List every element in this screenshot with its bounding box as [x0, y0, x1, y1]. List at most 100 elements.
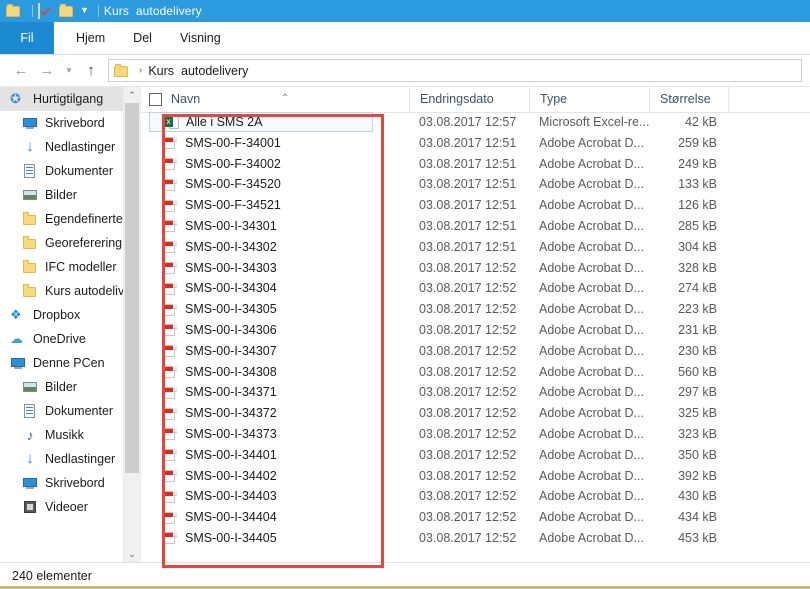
file-name-label: SMS-00-I-34372	[185, 406, 277, 421]
sidebar-item-nedlastinger[interactable]: ↓ Nedlastinger	[0, 447, 140, 471]
table-row[interactable]: SMS-00-F-34001 03.08.2017 12:51 Adobe Acro…	[141, 133, 810, 154]
table-row[interactable]: SMS-00-I-34373 03.08.2017 12:52 Adobe Acro…	[141, 424, 810, 445]
table-row[interactable]: SMS-00-I-34372 03.08.2017 12:52 Adobe Acro…	[141, 403, 810, 424]
sidebar-item-musikk[interactable]: ♪ Musikk	[0, 423, 140, 447]
table-row[interactable]: SMS-00-F-34002 03.08.2017 12:51 Adobe Acro…	[141, 154, 810, 175]
table-row[interactable]: SMS-00-F-34520 03.08.2017 12:51 Adobe Acro…	[141, 174, 810, 195]
forward-icon[interactable]: →	[34, 59, 60, 83]
file-name-label: SMS-00-I-34302	[185, 239, 277, 254]
table-row[interactable]: SMS-00-I-34302 03.08.2017 12:51 Adobe Acro…	[141, 237, 810, 258]
this-pc-icon	[10, 355, 26, 371]
column-header-storrelse[interactable]: Størrelse	[649, 87, 729, 112]
toolbar-divider-2	[97, 5, 99, 17]
cell-size: 249 kB	[678, 156, 717, 171]
table-row[interactable]: SMS-00-I-34303 03.08.2017 12:52 Adobe Acro…	[141, 258, 810, 279]
sidebar-item-georeferering[interactable]: Georeferering	[0, 231, 140, 255]
pdf-fold-corner	[172, 532, 177, 538]
sidebar-item-label: Denne PCen	[33, 356, 105, 370]
table-row[interactable]: SMS-00-I-34403 03.08.2017 12:52 Adobe Acro…	[141, 486, 810, 507]
folder-icon	[22, 283, 38, 299]
tab-del[interactable]: Del	[119, 22, 166, 54]
table-row[interactable]: SMS-00-I-34401 03.08.2017 12:52 Adobe Acro…	[141, 445, 810, 466]
scroll-down-icon[interactable]: ⌄	[124, 546, 140, 562]
sidebar-item-egendefinerte-o[interactable]: Egendefinerte O·	[0, 207, 140, 231]
navigation-scrollbar[interactable]: ⌃ ⌄	[123, 87, 140, 562]
tab-hjem[interactable]: Hjem	[62, 22, 119, 54]
sidebar-item-label: Georeferering	[45, 236, 123, 250]
cell-modified-date: 03.08.2017 12:52	[419, 447, 517, 462]
table-row[interactable]: SMS-00-I-34405 03.08.2017 12:52 Adobe Acro…	[141, 528, 810, 549]
back-icon[interactable]: ←	[8, 59, 34, 83]
sidebar-item-ifc-modeller[interactable]: IFC modeller	[0, 255, 140, 279]
pictures-icon	[22, 187, 38, 203]
up-one-level-icon[interactable]: ↑	[78, 59, 104, 83]
pdf-fold-corner	[172, 345, 177, 351]
cell-size: 304 kB	[678, 239, 717, 254]
file-name-label: SMS-00-I-34303	[185, 260, 277, 275]
scroll-up-icon[interactable]: ⌃	[124, 87, 140, 103]
sidebar-item-bilder[interactable]: Bilder	[0, 375, 140, 399]
column-header-endringsdato[interactable]: Endringsdato	[409, 87, 529, 112]
cell-modified-date: 03.08.2017 12:52	[419, 364, 517, 379]
onedrive-cloud-icon: ☁	[10, 331, 23, 346]
pdf-fold-corner	[172, 137, 177, 143]
sidebar-item-hurtigtilgang[interactable]: ✪ Hurtigtilgang	[0, 87, 140, 111]
select-all-checkbox[interactable]	[149, 93, 162, 106]
file-name-wrapper: SMS-00-I-34307	[149, 341, 373, 361]
table-row[interactable]: Alle i SMS 2A 03.08.2017 12:57 Microsoft E…	[141, 112, 810, 133]
cell-size: 231 kB	[678, 322, 717, 337]
column-header-type[interactable]: Type	[529, 87, 649, 112]
sidebar-item-videoer[interactable]: Videoer	[0, 495, 140, 519]
sidebar-item-bilder[interactable]: Bilder➚	[0, 183, 140, 207]
file-name-wrapper: SMS-00-F-34521	[149, 196, 373, 216]
cell-type: Adobe Acrobat D...	[539, 302, 644, 317]
table-row[interactable]: SMS-00-I-34307 03.08.2017 12:52 Adobe Acro…	[141, 341, 810, 362]
sidebar-item-skrivebord[interactable]: Skrivebord	[0, 471, 140, 495]
file-name-wrapper: SMS-00-I-34301	[149, 216, 373, 236]
file-name-wrapper: SMS-00-F-34002	[149, 154, 373, 174]
table-row[interactable]: SMS-00-I-34404 03.08.2017 12:52 Adobe Acro…	[141, 507, 810, 528]
table-row[interactable]: SMS-00-I-34301 03.08.2017 12:51 Adobe Acro…	[141, 216, 810, 237]
column-header-navn[interactable]: Navn ⌃	[141, 87, 409, 112]
cell-name: SMS-00-I-34303	[141, 258, 409, 278]
cell-type: Adobe Acrobat D...	[539, 177, 644, 192]
table-row[interactable]: SMS-00-I-34306 03.08.2017 12:52 Adobe Acro…	[141, 320, 810, 341]
sidebar-item-denne-pcen[interactable]: Denne PCen	[0, 351, 140, 375]
new-folder-icon[interactable]	[59, 3, 75, 19]
sidebar-item-label: Nedlastinger	[45, 452, 116, 466]
table-row[interactable]: SMS-00-I-34305 03.08.2017 12:52 Adobe Acro…	[141, 299, 810, 320]
scrollbar-thumb[interactable]	[125, 103, 139, 473]
table-row[interactable]: SMS-00-I-34308 03.08.2017 12:52 Adobe Acro…	[141, 362, 810, 383]
cell-name: SMS-00-F-34521	[141, 196, 409, 216]
cell-size: 392 kB	[678, 468, 717, 483]
table-row[interactable]: SMS-00-I-34371 03.08.2017 12:52 Adobe Acro…	[141, 382, 810, 403]
sidebar-item-dropbox[interactable]: ❖ Dropbox	[0, 303, 140, 327]
customize-quick-access-chevron-icon[interactable]: ▼	[80, 5, 89, 15]
tab-fil[interactable]: Fil	[0, 22, 54, 54]
sidebar-item-onedrive[interactable]: ☁ OneDrive	[0, 327, 140, 351]
sidebar-item-dokumenter[interactable]: Dokumenter➚	[0, 159, 140, 183]
properties-icon[interactable]	[38, 3, 54, 19]
sidebar-item-dokumenter[interactable]: Dokumenter	[0, 399, 140, 423]
tab-visning[interactable]: Visning	[166, 22, 235, 54]
table-row[interactable]: SMS-00-I-34304 03.08.2017 12:52 Adobe Acro…	[141, 278, 810, 299]
sidebar-item-kurs-autodeliver[interactable]: Kurs autodeliver	[0, 279, 140, 303]
cell-name: SMS-00-F-34002	[141, 154, 409, 174]
table-row[interactable]: SMS-00-I-34402 03.08.2017 12:52 Adobe Acro…	[141, 466, 810, 487]
pdf-fold-corner	[172, 261, 177, 267]
file-name-label: SMS-00-I-34403	[185, 489, 277, 504]
ribbon-tabs: Fil Hjem Del Visning	[0, 22, 810, 55]
pdf-file-icon	[163, 530, 178, 546]
file-name-wrapper: SMS-00-I-34305	[149, 300, 373, 320]
recent-locations-chevron-icon[interactable]: ▾	[60, 59, 78, 83]
file-name-label: SMS-00-I-34307	[185, 343, 277, 358]
breadcrumb[interactable]: › Kurs autodelivery	[108, 59, 802, 82]
file-name-label: SMS-00-I-34306	[185, 322, 277, 337]
toolbar-divider	[32, 5, 33, 17]
file-name-label: SMS-00-I-34402	[185, 468, 277, 483]
file-name-label: SMS-00-I-34304	[185, 281, 277, 296]
sidebar-item-nedlastinger[interactable]: ↓Nedlastinger➚	[0, 135, 140, 159]
sidebar-item-skrivebord[interactable]: Skrivebord➚	[0, 111, 140, 135]
table-row[interactable]: SMS-00-F-34521 03.08.2017 12:51 Adobe Acro…	[141, 195, 810, 216]
file-name-label: SMS-00-I-34401	[185, 447, 277, 462]
